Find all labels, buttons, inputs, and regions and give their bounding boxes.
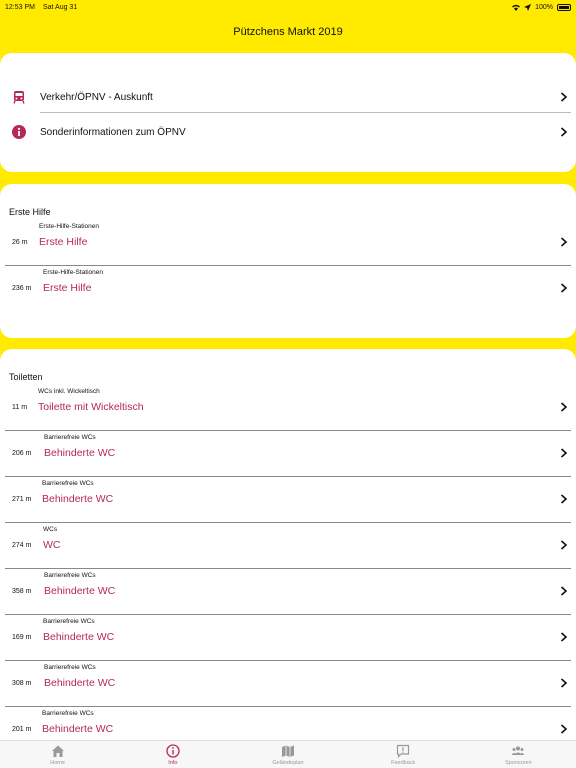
distance-label: 201 m [12,726,32,733]
item-name: Behinderte WC [44,585,116,597]
chevron-right-icon [560,448,568,458]
battery-icon [557,3,571,11]
category-label: Barrierefreie WCs [43,618,95,625]
list-item[interactable]: 358 m Barrierefreie WCs Behinderte WC [0,569,576,615]
location-icon [524,3,532,11]
status-time: 12:53 PM [5,3,35,11]
item-name: WC [43,539,61,551]
tab-sponsors[interactable]: Sponsoren [461,741,576,768]
battery-percent: 100% [535,3,553,11]
chevron-right-icon [560,283,568,293]
distance-label: 274 m [12,542,32,549]
info-icon [166,744,180,758]
item-name: Behinderte WC [42,493,114,505]
chevron-right-icon [560,127,568,137]
feedback-icon [397,744,410,758]
category-label: Erste-Hilfe-Stationen [39,223,99,230]
item-name: Behinderte WC [44,447,116,459]
divider [40,112,571,113]
tab-home[interactable]: Home [0,741,115,768]
page-title: Pützchens Markt 2019 [233,26,343,38]
list-item[interactable]: 26 m Erste-Hilfe-Stationen Erste Hilfe [0,220,576,266]
category-label: Barrierefreie WCs [44,572,96,579]
list-item[interactable]: 274 m WCs WC [0,523,576,569]
first-aid-card: Erste Hilfe 26 m Erste-Hilfe-Stationen E… [0,184,576,338]
home-icon [51,745,64,757]
menu-item-label: Sonderinformationen zum ÖPNV [40,126,186,138]
distance-label: 271 m [12,496,32,503]
list-item[interactable]: 169 m Barrierefreie WCs Behinderte WC [0,615,576,661]
chevron-right-icon [560,586,568,596]
category-label: WCs inkl. Wickeltisch [38,388,100,395]
tab-info[interactable]: Info [115,741,230,768]
tab-label: Sponsoren [505,760,532,766]
menu-item-traffic-info[interactable]: Verkehr/ÖPNV - Auskunft [0,80,576,114]
item-name: Behinderte WC [44,677,116,689]
people-icon [511,746,525,755]
list-item[interactable]: 206 m Barrierefreie WCs Behinderte WC [0,431,576,477]
item-name: Behinderte WC [42,723,114,735]
tab-label: Feedback [391,760,416,766]
distance-label: 236 m [12,285,32,292]
distance-label: 358 m [12,588,32,595]
category-label: WCs [43,526,58,533]
distance-label: 11 m [12,404,28,411]
section-title: Toiletten [9,372,43,382]
category-label: Barrierefreie WCs [42,710,94,717]
chevron-right-icon [560,237,568,247]
chevron-right-icon [560,494,568,504]
item-name: Toilette mit Wickeltisch [38,401,144,413]
tab-feedback[interactable]: Feedback [346,741,461,768]
wifi-icon [512,4,521,11]
tab-map[interactable]: Geländeplan [230,741,345,768]
chevron-right-icon [560,402,568,412]
menu-item-special-info[interactable]: Sonderinformationen zum ÖPNV [0,115,576,149]
distance-label: 26 m [12,239,28,246]
chevron-right-icon [560,92,568,102]
chevron-right-icon [560,678,568,688]
map-icon [282,745,294,757]
train-icon [13,91,25,104]
tab-bar: Home Info Geländeplan Feedback Sponsoren [0,740,576,768]
list-item[interactable]: 308 m Barrierefreie WCs Behinderte WC [0,661,576,707]
item-name: Erste Hilfe [43,282,92,294]
chevron-right-icon [560,724,568,734]
toilets-card: Toiletten 11 m WCs inkl. Wickeltisch Toi… [0,349,576,749]
tab-label: Info [168,760,178,766]
status-bar: 12:53 PM Sat Aug 31 100% [0,0,576,14]
distance-label: 206 m [12,450,32,457]
chevron-right-icon [560,540,568,550]
tab-label: Geländeplan [272,760,304,766]
category-label: Barrierefreie WCs [44,664,96,671]
menu-item-label: Verkehr/ÖPNV - Auskunft [40,91,153,103]
list-item[interactable]: 236 m Erste-Hilfe-Stationen Erste Hilfe [0,266,576,312]
list-item[interactable]: 11 m WCs inkl. Wickeltisch Toilette mit … [0,385,576,431]
item-name: Behinderte WC [43,631,115,643]
info-icon [12,125,26,139]
category-label: Barrierefreie WCs [44,434,96,441]
distance-label: 169 m [12,634,32,641]
chevron-right-icon [560,632,568,642]
category-label: Barrierefreie WCs [42,480,94,487]
tab-label: Home [50,760,65,766]
section-title: Erste Hilfe [9,207,51,217]
distance-label: 308 m [12,680,32,687]
transport-card: Verkehr/ÖPNV - Auskunft Sonderinformatio… [0,53,576,172]
category-label: Erste-Hilfe-Stationen [43,269,103,276]
status-date: Sat Aug 31 [42,3,78,11]
item-name: Erste Hilfe [39,236,88,248]
list-item[interactable]: 271 m Barrierefreie WCs Behinderte WC [0,477,576,523]
